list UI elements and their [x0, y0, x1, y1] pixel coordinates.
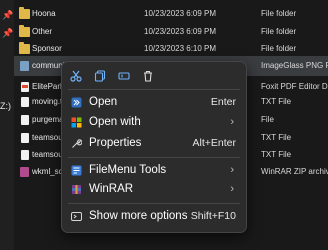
text-file-icon [21, 150, 29, 160]
more-options-icon [70, 210, 82, 222]
menu-item-label: Show more options [89, 210, 188, 222]
context-menu: Open Enter Open with › Properties Alt+En… [61, 61, 247, 233]
menu-separator [68, 89, 240, 90]
file-type: File folder [261, 9, 297, 18]
context-menu-toolbar [62, 66, 246, 86]
menu-item-open[interactable]: Open Enter [66, 92, 242, 112]
file-row[interactable]: Hoona 10/23/2023 6:09 PM File folder [14, 4, 328, 24]
wrench-icon [70, 137, 82, 149]
zip-file-icon [20, 167, 29, 177]
menu-separator [68, 203, 240, 204]
drive-label: Z:) [0, 101, 11, 111]
chevron-right-icon: › [230, 183, 234, 195]
folder-icon [19, 7, 30, 19]
menu-item-winrar[interactable]: WinRAR › [66, 179, 242, 199]
menu-item-label: Open with [89, 116, 141, 128]
menu-item-shortcut: Shift+F10 [190, 210, 236, 222]
chevron-right-icon: › [230, 116, 234, 128]
navigation-pane-edge: 📌 📌 Z:) [0, 0, 14, 250]
open-app-icon [70, 96, 82, 108]
folder-icon [19, 25, 30, 37]
file-type: TXT File [261, 97, 292, 106]
image-file-icon [20, 61, 29, 71]
copy-icon[interactable] [92, 68, 108, 84]
pdf-file-icon [21, 82, 29, 92]
file-type: File [261, 115, 274, 124]
folder-icon [19, 42, 30, 54]
text-file-icon [21, 97, 29, 107]
file-name: Hoona [32, 9, 56, 18]
file-icon [21, 115, 29, 125]
menu-item-properties[interactable]: Properties Alt+Enter [66, 133, 242, 153]
menu-item-filemenu-tools[interactable]: FileMenu Tools › [66, 160, 242, 180]
menu-item-label: FileMenu Tools [89, 164, 167, 176]
cut-icon[interactable] [68, 68, 84, 84]
pin-icon[interactable]: 📌 [2, 10, 13, 20]
pin-icon[interactable]: 📌 [2, 28, 13, 38]
menu-item-show-more-options[interactable]: Show more options Shift+F10 [66, 206, 242, 226]
text-file-icon [21, 133, 29, 143]
file-type: WinRAR ZIP archive [261, 167, 328, 176]
menu-item-open-with[interactable]: Open with › [66, 112, 242, 132]
open-with-icon [70, 116, 82, 128]
rename-icon[interactable] [116, 68, 132, 84]
menu-item-label: WinRAR [89, 183, 134, 195]
menu-separator [68, 157, 240, 158]
menu-item-label: Open [89, 96, 118, 108]
menu-item-shortcut: Enter [210, 96, 236, 108]
delete-icon[interactable] [140, 68, 156, 84]
winrar-icon [70, 183, 82, 195]
file-type: ImageGlass PNG F [261, 61, 328, 70]
chevron-right-icon: › [230, 164, 234, 176]
filemenu-tools-icon [70, 164, 82, 176]
menu-item-label: Properties [89, 137, 142, 149]
file-date: 10/23/2023 6:09 PM [144, 9, 217, 18]
menu-item-shortcut: Alt+Enter [192, 137, 236, 149]
